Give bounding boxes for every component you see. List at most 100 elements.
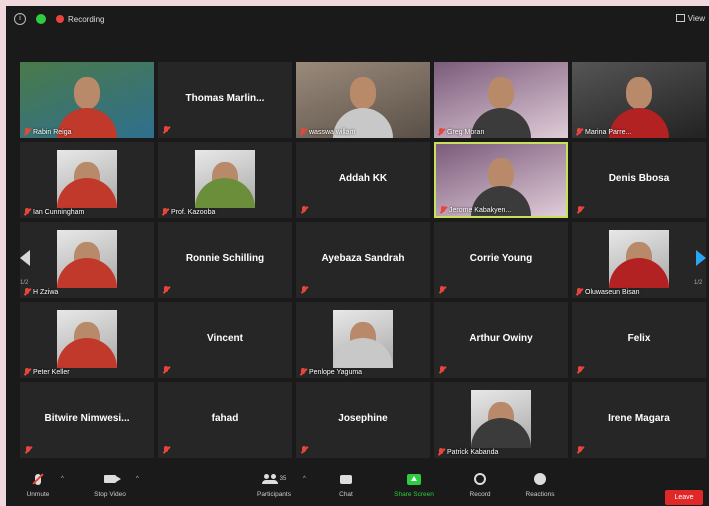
record-label: Record [469,491,491,498]
participant-tile[interactable]: Penlope Yaguma [296,302,430,378]
participant-display-name: Thomas Marlin... [185,93,265,104]
participant-video-feed [434,62,568,138]
record-button[interactable]: Record [450,470,510,498]
muted-mic-icon [24,368,30,376]
person-face [488,77,514,110]
participant-display-name: Corrie Young [469,253,533,264]
participant-caption: Marina Parre... [576,128,631,136]
person-body [195,178,255,208]
audio-options-caret-icon[interactable]: ^ [61,476,64,482]
participant-tile[interactable]: Addah KK [296,142,430,218]
meeting-controls-toolbar: Unmute ^ Stop Video ^ 35 Participants ^ … [6,464,709,506]
participant-tile[interactable]: Rabin Reiga [20,62,154,138]
person-body [609,258,669,288]
info-icon[interactable]: i [14,13,26,25]
participant-tile[interactable]: Bitwire Nimwesi... [20,382,154,458]
participant-tile[interactable]: wasswa willam [296,62,430,138]
share-screen-icon [407,473,421,485]
participant-tile[interactable]: Corrie Young [434,222,568,298]
view-label: View [687,14,705,23]
participant-display-name: Vincent [207,333,243,344]
previous-page-arrow-icon[interactable] [20,250,30,266]
stop-video-button[interactable]: Stop Video [80,470,140,498]
participant-display-name: Ayebaza Sandrah [321,253,405,264]
muted-mic-icon [576,288,582,296]
unmute-label: Unmute [26,491,50,498]
view-button[interactable]: View [675,14,705,23]
participant-caption: wasswa willam [300,128,355,136]
participant-name-label: H Zziwa [33,288,59,296]
unmute-button[interactable]: Unmute [8,470,68,498]
chat-bubble-icon [340,474,352,484]
recording-dot-icon [56,15,64,23]
participant-video-feed [296,62,430,138]
participant-caption: Ian Cunningham [24,208,84,216]
muted-mic-icon [163,286,169,294]
participant-display-name: Addah KK [338,173,388,184]
participant-name-label: Prof. Kazooba [171,208,216,216]
person-body [57,338,117,368]
participant-tile[interactable]: Jerome Kabakyen... [434,142,568,218]
participant-tile[interactable]: Ronnie Schilling [158,222,292,298]
muted-mic-icon [163,126,169,134]
participant-tile[interactable]: Thomas Marlin... [158,62,292,138]
leave-meeting-button[interactable]: Leave [665,490,703,505]
participant-tile[interactable]: Ayebaza Sandrah [296,222,430,298]
participant-tile[interactable]: Greg Moran [434,62,568,138]
participant-profile-photo [57,310,117,368]
participant-tile[interactable]: H Zziwa [20,222,154,298]
participant-tile[interactable]: Felix [572,302,706,378]
participant-caption: Patrick Kabanda [438,448,498,456]
participant-tile[interactable]: Arthur Owiny [434,302,568,378]
participant-tile[interactable]: Josephine [296,382,430,458]
share-screen-button[interactable]: Share Screen [384,470,444,498]
participant-caption: Jerome Kabakyen... [440,206,511,214]
muted-mic-icon [439,286,445,294]
reactions-button[interactable]: Reactions [510,470,570,498]
participants-button[interactable]: 35 Participants [244,470,304,498]
participant-caption: Greg Moran [438,128,484,136]
participant-caption: H Zziwa [24,288,58,296]
participant-name-label: Ian Cunningham [33,208,85,216]
participant-profile-photo [57,230,117,288]
participant-profile-photo [195,150,255,208]
participant-display-name: Josephine [338,413,388,424]
reactions-label: Reactions [525,491,555,498]
person-face [626,77,652,110]
participant-tile[interactable]: Ian Cunningham [20,142,154,218]
chat-button[interactable]: Chat [316,470,376,498]
meeting-top-bar: i Recording View [6,6,709,32]
participant-tile[interactable]: Denis Bbosa [572,142,706,218]
muted-mic-icon [438,128,444,136]
muted-mic-icon [438,448,444,456]
participant-video-feed [20,62,154,138]
participant-display-name: Bitwire Nimwesi... [44,413,130,424]
participant-tile[interactable]: Irene Magara [572,382,706,458]
video-options-caret-icon[interactable]: ^ [136,476,139,482]
security-shield-icon[interactable] [36,14,46,24]
muted-mic-icon [301,446,307,454]
person-face [350,77,376,110]
participant-display-name: Arthur Owiny [469,333,533,344]
participant-tile[interactable]: Vincent [158,302,292,378]
participant-tile[interactable]: Peter Keller [20,302,154,378]
participant-tile[interactable]: Marina Parre... [572,62,706,138]
participant-tile[interactable]: Oluwaseun Bisan [572,222,706,298]
next-page-arrow-icon[interactable] [696,250,706,266]
page-indicator-left: 1/2 [20,280,29,286]
participant-tile[interactable]: Patrick Kabanda [434,382,568,458]
participant-name-label: Greg Moran [447,128,485,136]
participant-name-label: wasswa willam [309,128,356,136]
participant-tile[interactable]: fahad [158,382,292,458]
participant-caption: Rabin Reiga [24,128,72,136]
muted-mic-icon [162,208,168,216]
gallery-grid-icon [675,14,685,22]
participants-options-caret-icon[interactable]: ^ [303,476,306,482]
participant-tile[interactable]: Prof. Kazooba [158,142,292,218]
record-icon [474,473,486,485]
participant-name-label: Oluwaseun Bisan [585,288,640,296]
muted-mic-icon [439,366,445,374]
participant-name-label: Jerome Kabakyen... [449,206,512,214]
participant-display-name: Irene Magara [608,413,670,424]
participant-name-label: Peter Keller [33,368,70,376]
